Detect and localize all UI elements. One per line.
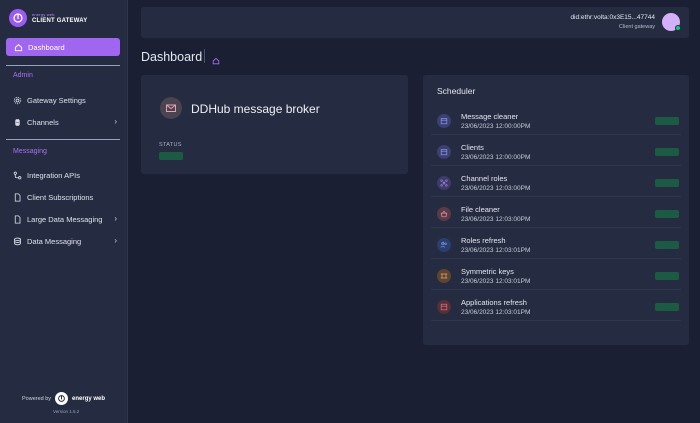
scheduler-item-time: 23/06/2023 12:03:01PM [461, 309, 531, 316]
chevron-right-icon: › [114, 214, 117, 223]
scheduler-row: Applications refresh 23/06/2023 12:03:01… [431, 294, 681, 321]
document-icon [13, 214, 22, 224]
scheduler-item-name: Message cleaner [461, 112, 519, 121]
sidebar-item-label: Data Messaging [27, 236, 82, 246]
energy-web-logo-icon [55, 392, 69, 405]
powered-by-label: Powered by [22, 395, 52, 402]
breadcrumb-home-icon[interactable] [212, 52, 220, 70]
scheduler-item-time: 23/06/2023 12:00:00PM [461, 123, 531, 130]
calendar-icon [437, 114, 451, 128]
scheduler-item-time: 23/06/2023 12:00:00PM [461, 154, 531, 161]
section-label-admin: Admin [13, 72, 33, 79]
status-badge [655, 148, 679, 156]
applications-icon [437, 300, 451, 314]
sidebar-item-integration-apis[interactable]: Integration APIs [13, 168, 119, 182]
sidebar-item-label: Integration APIs [27, 170, 80, 180]
divider [204, 49, 205, 63]
scheduler-item-name: Roles refresh [461, 236, 506, 245]
chevron-right-icon: › [114, 117, 117, 126]
scheduler-row: Message cleaner 23/06/2023 12:00:00PM [431, 108, 681, 135]
brand-subtitle: energy web [32, 11, 55, 17]
sidebar-item-dashboard[interactable]: Dashboard [6, 38, 120, 56]
scheduler-item-time: 23/06/2023 12:03:01PM [461, 278, 531, 285]
integration-icon [13, 171, 22, 180]
scheduler-row: Clients 23/06/2023 12:00:00PM [431, 139, 681, 166]
sidebar-item-label: Gateway Settings [27, 95, 86, 105]
calendar-icon [437, 145, 451, 159]
status-badge [655, 241, 679, 249]
gear-icon [13, 96, 22, 105]
scheduler-row: Symmetric keys 23/06/2023 12:03:01PM [431, 263, 681, 290]
broker-title: DDHub message broker [191, 102, 320, 116]
sidebar: energy web CLIENT GATEWAY Dashboard Admi… [0, 0, 128, 423]
users-icon [437, 238, 451, 252]
command-icon [13, 118, 22, 127]
status-badge [655, 179, 679, 187]
basket-icon [437, 207, 451, 221]
energy-web-logo-icon [9, 9, 27, 27]
scheduler-card: Scheduler Message cleaner 23/06/2023 12:… [423, 75, 689, 345]
status-badge [655, 210, 679, 218]
scheduler-row: Roles refresh 23/06/2023 12:03:01PM [431, 232, 681, 259]
database-icon [13, 237, 22, 246]
scheduler-item-name: Applications refresh [461, 298, 527, 307]
sidebar-item-label: Dashboard [28, 42, 65, 52]
powered-by: Powered by energy web [22, 392, 105, 405]
brand-title: CLIENT GATEWAY [32, 17, 88, 24]
top-bar: did:ethr:volta:0x3E15...47744 Client gat… [141, 7, 689, 38]
section-label-messaging: Messaging [13, 148, 47, 155]
sidebar-item-gateway-settings[interactable]: Gateway Settings [13, 93, 119, 107]
scheduler-row: File cleaner 23/06/2023 12:03:00PM [431, 201, 681, 228]
mail-icon [160, 97, 182, 119]
document-icon [13, 192, 22, 202]
sidebar-item-large-data-messaging[interactable]: Large Data Messaging › [13, 212, 119, 226]
sidebar-item-channels[interactable]: Channels › [13, 115, 119, 129]
key-icon [437, 269, 451, 283]
broker-card: DDHub message broker STATUS [141, 75, 408, 174]
scheduler-item-name: Clients [461, 143, 484, 152]
sidebar-item-label: Client Subscriptions [27, 192, 94, 202]
chevron-right-icon: › [114, 236, 117, 245]
powered-by-brand: energy web [72, 395, 106, 402]
user-role: Client gateway [618, 24, 655, 30]
sidebar-item-label: Large Data Messaging [27, 214, 103, 224]
status-badge [159, 152, 183, 160]
scheduler-item-name: Channel roles [461, 174, 508, 183]
page-title: Dashboard [141, 50, 203, 64]
scheduler-row: Channel roles 23/06/2023 12:03:00PM [431, 170, 681, 197]
sidebar-item-label: Channels [27, 117, 59, 127]
status-badge [655, 117, 679, 125]
online-status-indicator [675, 25, 681, 31]
scheduler-item-time: 23/06/2023 12:03:00PM [461, 216, 531, 223]
status-label: STATUS [159, 142, 182, 148]
scheduler-title: Scheduler [437, 86, 476, 96]
brand[interactable]: energy web CLIENT GATEWAY [9, 9, 87, 27]
scheduler-item-name: File cleaner [461, 205, 500, 214]
home-icon [14, 43, 23, 52]
scheduler-item-name: Symmetric keys [461, 267, 514, 276]
scheduler-item-time: 23/06/2023 12:03:00PM [461, 185, 531, 192]
version-label: Version 1.5.2 [53, 409, 80, 414]
sidebar-item-client-subscriptions[interactable]: Client Subscriptions [13, 190, 119, 204]
status-badge [655, 303, 679, 311]
channel-roles-icon [437, 176, 451, 190]
status-badge [655, 272, 679, 280]
scheduler-item-time: 23/06/2023 12:03:01PM [461, 247, 531, 254]
sidebar-item-data-messaging[interactable]: Data Messaging › [13, 234, 119, 248]
divider [6, 65, 120, 66]
user-did: did:ethr:volta:0x3E15...47744 [570, 14, 655, 21]
divider [6, 139, 120, 140]
